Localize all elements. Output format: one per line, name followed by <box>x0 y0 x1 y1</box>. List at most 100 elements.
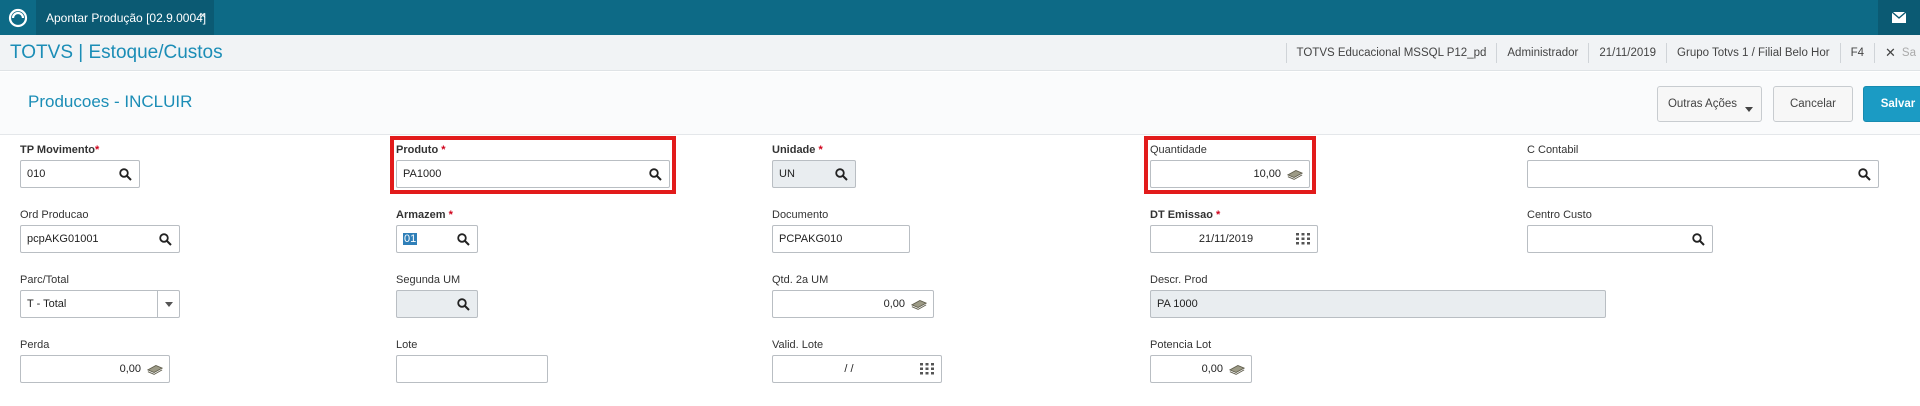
field-descr-prod: Descr. Prod PA 1000 <box>1150 273 1606 318</box>
unidade-input[interactable]: UN <box>772 160 856 188</box>
tp-movimento-value: 010 <box>27 168 46 180</box>
app-title: TOTVS | Estoque/Custos <box>10 42 223 63</box>
field-segunda-um: Segunda UM <box>396 273 478 318</box>
field-c-contabil: C Contabil <box>1527 143 1879 188</box>
segunda-um-label: Segunda UM <box>396 274 461 286</box>
descr-prod-value: PA 1000 <box>1157 298 1198 310</box>
field-unidade: Unidade * UN <box>772 143 856 188</box>
mail-icon[interactable] <box>1878 0 1920 35</box>
calendar-icon[interactable] <box>1295 231 1311 247</box>
documento-value: PCPAKG010 <box>779 233 843 245</box>
lote-input[interactable] <box>396 355 548 383</box>
user-info[interactable]: Administrador <box>1496 43 1588 63</box>
search-icon[interactable] <box>157 231 173 247</box>
cancel-button[interactable]: Cancelar <box>1773 86 1853 122</box>
required-mark: * <box>818 144 823 156</box>
perda-label: Perda <box>20 339 50 351</box>
search-icon[interactable] <box>1856 166 1872 182</box>
search-icon[interactable] <box>1690 231 1706 247</box>
required-mark: * <box>1216 209 1221 221</box>
totvs-logo-icon[interactable] <box>6 6 30 30</box>
centro-custo-input[interactable] <box>1527 225 1713 253</box>
armazem-input[interactable]: 01 <box>396 225 478 253</box>
documento-label: Documento <box>772 209 829 221</box>
qtd-2a-um-label: Qtd. 2a UM <box>772 274 829 286</box>
valid-lote-label: Valid. Lote <box>772 339 824 351</box>
tp-movimento-label: TP Movimento <box>20 144 95 156</box>
qtd-2a-um-input[interactable]: 0,00 <box>772 290 934 318</box>
descr-prod-input[interactable]: PA 1000 <box>1150 290 1606 318</box>
dt-emissao-label: DT Emissao <box>1150 209 1213 221</box>
branch-info[interactable]: Grupo Totvs 1 / Filial Belo Hor <box>1666 43 1840 63</box>
field-armazem: Armazem * 01 <box>396 208 478 253</box>
production-form: TP Movimento* 010 Ord Producao pcpAKG010… <box>0 134 1920 406</box>
valid-lote-value: / / <box>844 363 854 375</box>
money-icon <box>911 296 927 312</box>
c-contabil-label: C Contabil <box>1527 144 1579 156</box>
search-icon[interactable] <box>455 296 471 312</box>
highlight-box-quantidade <box>1144 136 1316 194</box>
potencia-lot-label: Potencia Lot <box>1150 339 1212 351</box>
potencia-lot-input[interactable]: 0,00 <box>1150 355 1252 383</box>
lote-label: Lote <box>396 339 418 351</box>
tab-close-icon[interactable]: × <box>200 10 206 22</box>
exit-label: Sa <box>1901 47 1916 59</box>
save-button[interactable]: Salvar <box>1863 86 1920 122</box>
field-potencia-lot: Potencia Lot 0,00 <box>1150 338 1252 383</box>
header-info: TOTVS Educacional MSSQL P12_pd Administr… <box>1285 35 1920 71</box>
segunda-um-input[interactable] <box>396 290 478 318</box>
field-perda: Perda 0,00 <box>20 338 170 383</box>
descr-prod-label: Descr. Prod <box>1150 274 1208 286</box>
date-info[interactable]: 21/11/2019 <box>1588 43 1666 63</box>
shortcut-info[interactable]: F4 <box>1839 43 1874 63</box>
perda-input[interactable]: 0,00 <box>20 355 170 383</box>
app-header: TOTVS | Estoque/Custos TOTVS Educacional… <box>0 35 1920 71</box>
page: Apontar Produção [02.9.0004] × TOTVS | E… <box>0 0 1920 406</box>
c-contabil-input[interactable] <box>1527 160 1879 188</box>
armazem-label: Armazem <box>396 209 446 221</box>
field-dt-emissao: DT Emissao * 21/11/2019 <box>1150 208 1318 253</box>
ord-producao-label: Ord Producao <box>20 209 89 221</box>
search-icon[interactable] <box>833 166 849 182</box>
chevron-down-icon <box>1745 107 1753 112</box>
tab-title: Apontar Produção [02.9.0004] <box>46 10 207 25</box>
field-qtd-2a-um: Qtd. 2a UM 0,00 <box>772 273 934 318</box>
field-tp-movimento: TP Movimento* 010 <box>20 143 140 188</box>
field-ord-producao: Ord Producao pcpAKG01001 <box>20 208 180 253</box>
field-lote: Lote <box>396 338 548 383</box>
field-parc-total: Parc/Total T - Total <box>20 273 180 318</box>
documento-input[interactable]: PCPAKG010 <box>772 225 910 253</box>
dt-emissao-input[interactable]: 21/11/2019 <box>1150 225 1318 253</box>
parc-total-value: T - Total <box>27 298 67 310</box>
environment-info: TOTVS Educacional MSSQL P12_pd <box>1285 43 1497 63</box>
more-actions-label: Outras Ações <box>1667 98 1738 110</box>
parc-total-select[interactable]: T - Total <box>20 290 180 318</box>
required-mark: * <box>94 144 100 156</box>
top-tab-bar: Apontar Produção [02.9.0004] × <box>0 0 1920 35</box>
money-icon <box>147 361 163 377</box>
more-actions-button[interactable]: Outras Ações <box>1657 86 1762 122</box>
search-icon[interactable] <box>455 231 471 247</box>
exit-button[interactable]: ✕ Sa <box>1874 43 1920 63</box>
parc-total-label: Parc/Total <box>20 274 69 286</box>
ord-producao-input[interactable]: pcpAKG01001 <box>20 225 180 253</box>
tp-movimento-input[interactable]: 010 <box>20 160 140 188</box>
potencia-lot-value: 0,00 <box>1201 363 1223 375</box>
tab-apontar-producao[interactable]: Apontar Produção [02.9.0004] × <box>36 0 214 35</box>
search-icon[interactable] <box>117 166 133 182</box>
ord-producao-value: pcpAKG01001 <box>27 233 99 245</box>
money-icon <box>1229 361 1245 377</box>
armazem-value: 01 <box>403 233 418 245</box>
perda-value: 0,00 <box>119 363 141 375</box>
calendar-icon[interactable] <box>919 361 935 377</box>
unidade-value: UN <box>779 168 795 180</box>
qtd-2a-um-value: 0,00 <box>883 298 905 310</box>
page-title: Producoes - INCLUIR <box>28 92 193 111</box>
field-centro-custo: Centro Custo <box>1527 208 1713 253</box>
valid-lote-input[interactable]: / / <box>772 355 942 383</box>
unidade-label: Unidade <box>772 144 816 156</box>
centro-custo-label: Centro Custo <box>1527 209 1592 221</box>
close-icon: ✕ <box>1885 45 1896 60</box>
chevron-down-icon[interactable] <box>157 291 179 317</box>
highlight-box-produto <box>390 136 676 194</box>
